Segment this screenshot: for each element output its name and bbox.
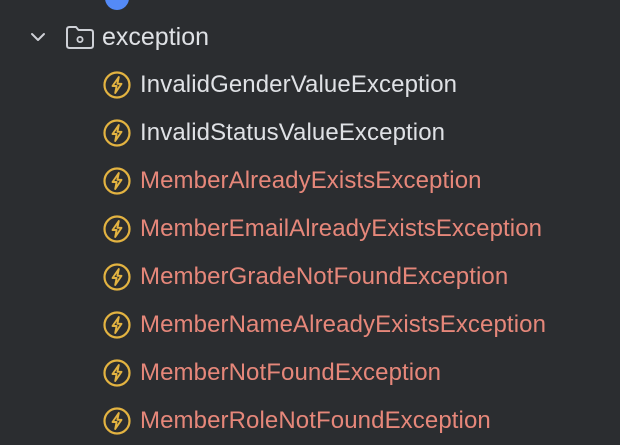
tree-item-label: MemberNameAlreadyExistsException [140,311,547,338]
lightning-icon [103,263,131,291]
lightning-icon [103,119,131,147]
tree-item[interactable]: MemberNameAlreadyExistsException [0,301,620,349]
tree-item[interactable]: MemberAlreadyExistsException [0,157,620,205]
lightning-icon [103,71,131,99]
tree-item-label: MemberRoleNotFoundException [140,407,491,434]
tree-item[interactable]: MemberRoleNotFoundException [0,397,620,445]
lightning-icon [103,167,131,195]
tree-item[interactable]: InvalidGenderValueException [0,61,620,109]
lightning-icon [103,359,131,387]
tree-folder-exception[interactable]: exception [0,13,620,61]
tree-item[interactable]: MemberGradeNotFoundException [0,253,620,301]
tree-item-label: InvalidStatusValueException [140,119,446,146]
lightning-icon [103,215,131,243]
tree-item[interactable]: MemberNotFoundException [0,349,620,397]
tree-item-label: MemberNotFoundException [140,359,442,386]
chevron-down-icon[interactable] [28,27,48,47]
tree-item[interactable]: MemberEmailAlreadyExistsException [0,205,620,253]
class-icon [105,0,129,10]
folder-icon [66,26,94,49]
tree-item-label: MemberGradeNotFoundException [140,263,509,290]
project-tree: exception InvalidGenderValueException Inv… [0,0,620,442]
tree-item-label: MemberEmailAlreadyExistsException [140,215,543,242]
lightning-icon [103,311,131,339]
folder-label: exception [102,22,210,51]
lightning-icon [103,407,131,435]
tree-item-label: MemberAlreadyExistsException [140,167,482,194]
tree-item-label: InvalidGenderValueException [140,71,458,98]
tree-item[interactable]: InvalidStatusValueException [0,109,620,157]
